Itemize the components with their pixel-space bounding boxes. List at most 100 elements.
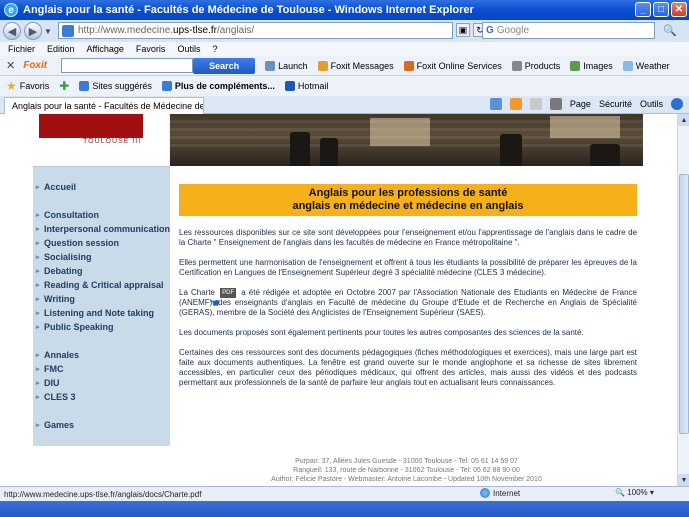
footer-purpan: Purpan: 37, Allées Jules Guesde - 31000 … <box>295 458 518 465</box>
help-icon[interactable] <box>671 98 683 110</box>
add-favorite-icon[interactable]: ✚ <box>59 79 69 93</box>
nav-socialising[interactable]: Socialising <box>36 252 91 262</box>
url-domain: ups-tlse.fr <box>173 25 217 36</box>
tab-row: Anglais pour la santé - Facultés de Méde… <box>0 96 689 114</box>
nav-fmc[interactable]: FMC <box>36 364 63 374</box>
menu-edition[interactable]: Edition <box>47 44 75 54</box>
hero-subtitle: anglais en médecine et médecine en angla… <box>292 200 524 212</box>
page-viewport: TOULOUSE III Accueil Consultation Interp… <box>0 114 677 486</box>
minimize-button[interactable]: _ <box>635 2 651 17</box>
nav-consultation[interactable]: Consultation <box>36 210 99 220</box>
nav-games[interactable]: Games <box>36 420 74 430</box>
paragraph-resources: Certaines des ces ressources sont des do… <box>179 348 637 388</box>
mail-icon[interactable] <box>529 98 542 110</box>
images-icon <box>570 60 581 71</box>
suggested-sites-label: Sites suggérés <box>92 81 152 91</box>
menu-help[interactable]: ? <box>212 44 217 54</box>
close-button[interactable]: ✕ <box>671 2 687 17</box>
menu-affichage[interactable]: Affichage <box>87 44 124 54</box>
search-go-button[interactable]: 🔍 <box>657 22 683 39</box>
foxit-search-input[interactable] <box>61 58 194 73</box>
scroll-down-button[interactable]: ▼ <box>678 474 689 486</box>
main-content: Anglais pour les professions de santé an… <box>179 184 637 388</box>
url-input[interactable]: http://www.medecine. ups-tlse.fr/anglais/ <box>58 22 453 39</box>
nav-interpersonal-communication[interactable]: Interpersonal communication <box>36 224 170 234</box>
page-footer: Purpan: 37, Allées Jules Guesde - 31000 … <box>170 457 643 484</box>
search-input[interactable]: G Google <box>482 22 655 39</box>
products-icon <box>511 60 522 71</box>
cmd-page[interactable]: Page <box>570 99 591 109</box>
history-dropdown-icon[interactable]: ▼ <box>42 24 54 38</box>
launch-icon <box>265 60 276 71</box>
footer-credits: Author: Félicie Pastore - Webmaster: Ant… <box>271 476 542 483</box>
cmd-tools[interactable]: Outils <box>640 99 663 109</box>
foxit-online-services[interactable]: Foxit Online Services <box>403 60 502 71</box>
online-services-icon <box>403 60 414 71</box>
foxit-logo[interactable]: Foxit <box>23 60 47 71</box>
favorites-label[interactable]: Favoris <box>20 81 50 91</box>
window-controls: _ □ ✕ <box>635 2 687 17</box>
hand-cursor-icon: ☚ <box>209 296 220 310</box>
print-icon[interactable] <box>549 98 562 110</box>
foxit-messages[interactable]: Foxit Messages <box>317 60 394 71</box>
foxit-toolbar: ✕ Foxit Search Launch Foxit Messages Fox… <box>0 56 689 76</box>
suggested-sites-icon <box>79 81 90 91</box>
globe-icon <box>480 488 490 498</box>
foxit-images-label: Images <box>583 60 613 71</box>
favorites-bar: ★ Favoris ✚ Sites suggérés Plus de compl… <box>0 76 689 96</box>
foxit-search-button[interactable]: Search <box>193 57 256 74</box>
logo-block <box>39 114 143 138</box>
vertical-scrollbar[interactable]: ▲ ▼ <box>677 114 689 486</box>
foxit-messages-label: Foxit Messages <box>330 60 394 71</box>
university-logo[interactable]: TOULOUSE III <box>33 114 170 166</box>
maximize-button[interactable]: □ <box>653 2 669 17</box>
favorite-more-addons[interactable]: Plus de compléments... <box>161 81 275 91</box>
nav-reading-critical-appraisal[interactable]: Reading & Critical appraisal <box>36 280 164 290</box>
feeds-icon[interactable] <box>509 98 522 110</box>
foxit-close-button[interactable]: ✕ <box>6 59 15 72</box>
zoom-level[interactable]: 🔍 100% ▾ <box>615 488 654 497</box>
messages-icon <box>317 60 328 71</box>
menu-fichier[interactable]: Fichier <box>8 44 35 54</box>
taskbar <box>0 501 689 517</box>
weather-icon <box>622 60 633 71</box>
security-zone[interactable]: Internet <box>480 488 520 498</box>
search-placeholder: Google <box>496 25 530 36</box>
scroll-thumb[interactable] <box>679 174 689 434</box>
foxit-products[interactable]: Products <box>511 60 561 71</box>
nav-annales[interactable]: Annales <box>36 350 79 360</box>
home-icon[interactable] <box>489 98 502 110</box>
nav-writing[interactable]: Writing <box>36 294 75 304</box>
scroll-up-button[interactable]: ▲ <box>678 114 689 126</box>
foxit-images[interactable]: Images <box>570 60 613 71</box>
compatibility-icon[interactable]: ▣ <box>456 23 470 37</box>
foxit-launch[interactable]: Launch <box>265 60 308 71</box>
more-addons-icon <box>161 81 172 91</box>
nav-accueil[interactable]: Accueil <box>36 182 76 192</box>
nav-diu[interactable]: DIU <box>36 378 59 388</box>
forward-button[interactable]: ▶ <box>24 22 42 40</box>
nav-cles3[interactable]: CLES 3 <box>36 392 75 402</box>
pdf-icon[interactable]: PDF <box>220 288 237 298</box>
back-button[interactable]: ◀ <box>3 22 21 40</box>
favorite-hotmail[interactable]: Hotmail <box>284 81 328 91</box>
foxit-online-services-label: Foxit Online Services <box>416 60 502 71</box>
paragraph-charte: La Charte PDF a été rédigée et adoptée e… <box>179 288 637 318</box>
foxit-weather-label: Weather <box>635 60 670 71</box>
url-prefix: http://www.medecine. <box>78 25 174 36</box>
nav-listening-note-taking[interactable]: Listening and Note taking <box>36 308 154 318</box>
nav-question-session[interactable]: Question session <box>36 238 119 248</box>
hero-title: Anglais pour les professions de santé <box>308 187 508 199</box>
favorites-star-icon[interactable]: ★ <box>6 79 17 93</box>
tab-current[interactable]: Anglais pour la santé - Facultés de Méde… <box>4 97 204 114</box>
cmd-security[interactable]: Sécurité <box>599 99 632 109</box>
menu-bar: Fichier Edition Affichage Favoris Outils… <box>0 42 689 56</box>
ie-logo-icon: e <box>4 3 18 17</box>
foxit-products-label: Products <box>524 60 561 71</box>
menu-favoris[interactable]: Favoris <box>136 44 166 54</box>
foxit-weather[interactable]: Weather <box>622 60 670 71</box>
favorite-suggested-sites[interactable]: Sites suggérés <box>79 81 152 91</box>
nav-debating[interactable]: Debating <box>36 266 82 276</box>
nav-public-speaking[interactable]: Public Speaking <box>36 322 113 332</box>
menu-outils[interactable]: Outils <box>177 44 200 54</box>
